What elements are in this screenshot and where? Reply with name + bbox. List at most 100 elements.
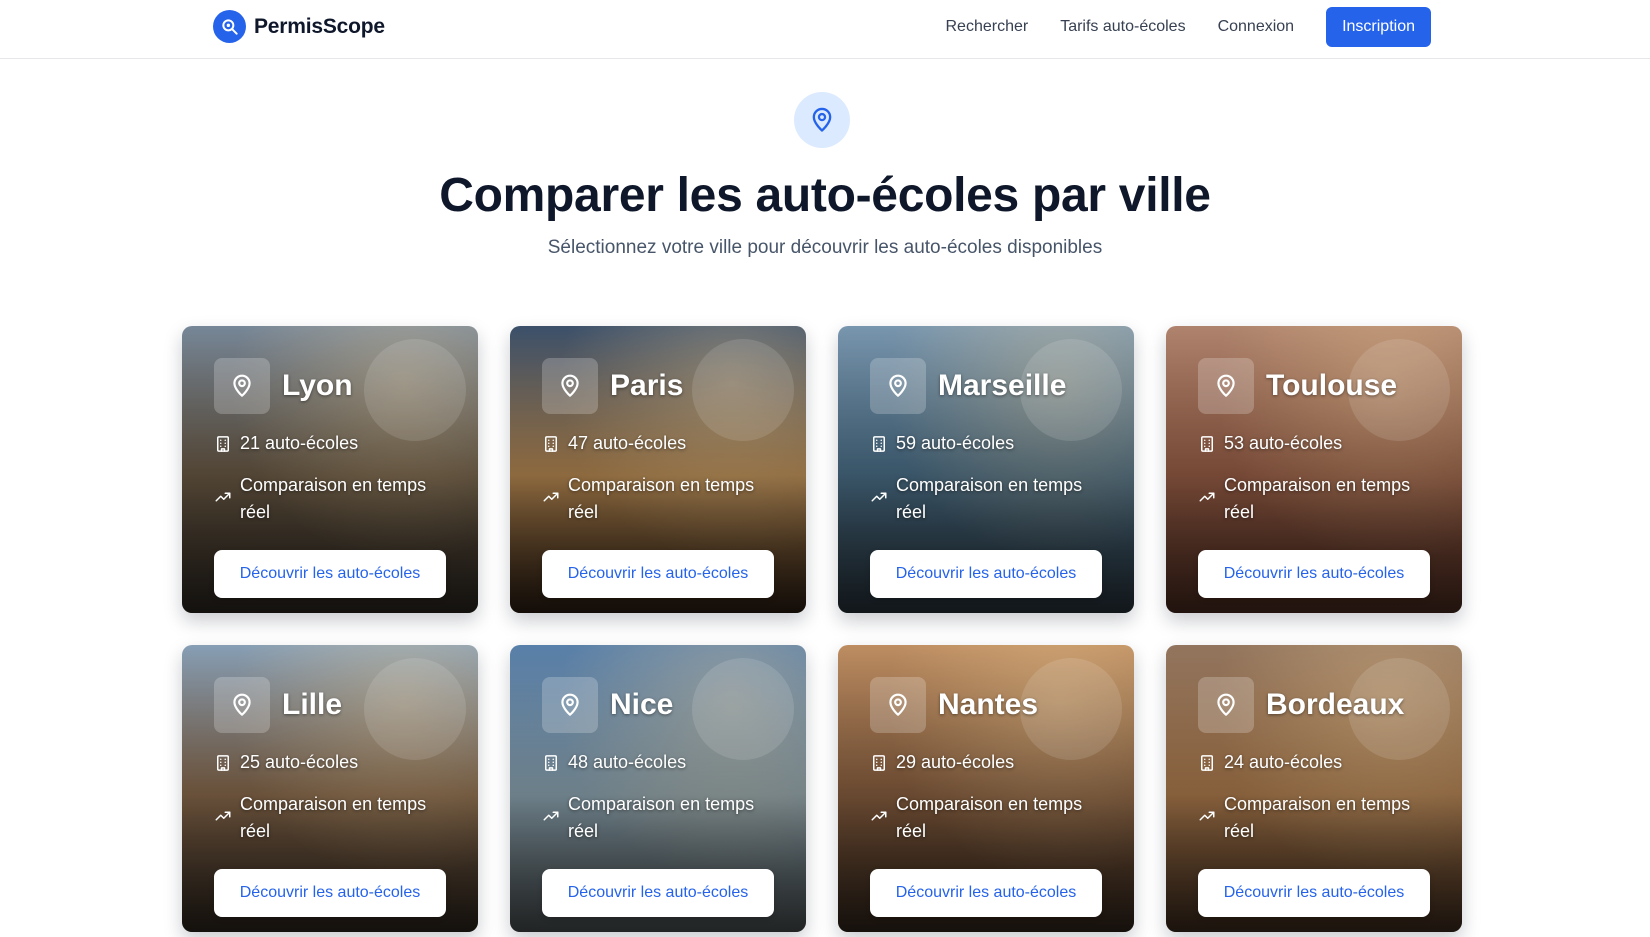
city-card-nice[interactable]: Nice 48 auto-écoles Comparaison en temps… <box>510 645 806 932</box>
nav-connexion-link[interactable]: Connexion <box>1218 18 1295 36</box>
search-pin-logo-icon <box>213 10 246 43</box>
realtime-feature-label: Comparaison en temps réel <box>896 475 1083 522</box>
map-pin-icon <box>870 677 926 733</box>
school-count-label: 29 auto-écoles <box>896 752 1015 772</box>
city-grid: Lyon 21 auto-écoles Comparaison en temps… <box>182 326 1464 932</box>
city-header: Lyon <box>214 358 353 414</box>
building-icon <box>1201 436 1213 452</box>
realtime-feature-label: Comparaison en temps réel <box>240 475 427 522</box>
map-pin-icon <box>214 677 270 733</box>
decorative-circle <box>692 658 794 760</box>
discover-schools-button[interactable]: Découvrir les auto-écoles <box>870 550 1102 598</box>
school-count: 29 auto-écoles <box>870 752 1014 773</box>
realtime-feature: Comparaison en temps réel <box>870 472 1100 526</box>
trending-up-icon <box>215 492 231 502</box>
city-header: Lille <box>214 677 342 733</box>
city-card-bordeaux[interactable]: Bordeaux 24 auto-écoles Comparaison en t… <box>1166 645 1462 932</box>
school-count: 21 auto-écoles <box>214 433 358 454</box>
school-count-label: 21 auto-écoles <box>240 433 359 453</box>
map-pin-icon <box>1198 358 1254 414</box>
realtime-feature-label: Comparaison en temps réel <box>568 794 755 841</box>
discover-schools-button[interactable]: Découvrir les auto-écoles <box>214 869 446 917</box>
city-name: Nantes <box>938 688 1039 721</box>
school-count-label: 24 auto-écoles <box>1224 752 1343 772</box>
city-card-nantes[interactable]: Nantes 29 auto-écoles Comparaison en tem… <box>838 645 1134 932</box>
city-card-lyon[interactable]: Lyon 21 auto-écoles Comparaison en temps… <box>182 326 478 613</box>
decorative-circle <box>364 658 466 760</box>
building-icon <box>1201 755 1213 771</box>
trending-up-icon <box>543 811 559 821</box>
map-pin-icon <box>870 358 926 414</box>
page-title: Comparer les auto-écoles par ville <box>439 169 1211 222</box>
city-name: Nice <box>610 688 674 721</box>
city-name: Bordeaux <box>1266 688 1405 721</box>
discover-schools-button[interactable]: Découvrir les auto-écoles <box>870 869 1102 917</box>
hero-map-pin-badge <box>794 92 850 148</box>
top-navbar: PermisScope Rechercher Tarifs auto-école… <box>0 0 1650 59</box>
realtime-feature: Comparaison en temps réel <box>870 791 1100 845</box>
nav-tarifs-link[interactable]: Tarifs auto-écoles <box>1060 18 1185 36</box>
brand-name: PermisScope <box>254 14 385 38</box>
building-icon <box>873 436 885 452</box>
map-pin-icon <box>542 677 598 733</box>
main-nav: Rechercher Tarifs auto-écoles Connexion … <box>945 7 1431 47</box>
discover-schools-button[interactable]: Découvrir les auto-écoles <box>214 550 446 598</box>
signup-button[interactable]: Inscription <box>1326 7 1431 47</box>
city-header: Marseille <box>870 358 1066 414</box>
city-card-lille[interactable]: Lille 25 auto-écoles Comparaison en temp… <box>182 645 478 932</box>
trending-up-icon <box>215 811 231 821</box>
realtime-feature: Comparaison en temps réel <box>1198 472 1428 526</box>
school-count-label: 47 auto-écoles <box>568 433 687 453</box>
map-pin-icon <box>542 358 598 414</box>
page-subtitle: Sélectionnez votre ville pour découvrir … <box>547 237 1103 258</box>
city-name: Marseille <box>938 369 1067 402</box>
school-count: 48 auto-écoles <box>542 752 686 773</box>
trending-up-icon <box>1199 811 1215 821</box>
building-icon <box>545 755 557 771</box>
map-pin-icon <box>1198 677 1254 733</box>
school-count: 47 auto-écoles <box>542 433 686 454</box>
city-header: Toulouse <box>1198 358 1397 414</box>
realtime-feature-label: Comparaison en temps réel <box>568 475 755 522</box>
city-name: Toulouse <box>1266 369 1398 402</box>
city-card-marseille[interactable]: Marseille 59 auto-écoles Comparaison en … <box>838 326 1134 613</box>
city-header: Nice <box>542 677 673 733</box>
realtime-feature-label: Comparaison en temps réel <box>240 794 427 841</box>
realtime-feature: Comparaison en temps réel <box>1198 791 1428 845</box>
school-count-label: 53 auto-écoles <box>1224 433 1343 453</box>
city-card-toulouse[interactable]: Toulouse 53 auto-écoles Comparaison en t… <box>1166 326 1462 613</box>
brand-logo-link[interactable]: PermisScope <box>213 10 385 43</box>
nav-rechercher-link[interactable]: Rechercher <box>945 18 1028 36</box>
decorative-circle <box>692 339 794 441</box>
city-name: Lyon <box>282 369 353 402</box>
realtime-feature: Comparaison en temps réel <box>542 791 772 845</box>
building-icon <box>545 436 557 452</box>
trending-up-icon <box>871 492 887 502</box>
school-count: 24 auto-écoles <box>1198 752 1342 773</box>
trending-up-icon <box>543 492 559 502</box>
city-card-paris[interactable]: Paris 47 auto-écoles Comparaison en temp… <box>510 326 806 613</box>
city-name: Paris <box>610 369 684 402</box>
school-count: 53 auto-écoles <box>1198 433 1342 454</box>
building-icon <box>217 436 229 452</box>
decorative-circle <box>364 339 466 441</box>
map-pin-icon <box>812 107 832 132</box>
realtime-feature-label: Comparaison en temps réel <box>1224 794 1411 841</box>
discover-schools-button[interactable]: Découvrir les auto-écoles <box>1198 869 1430 917</box>
building-icon <box>873 755 885 771</box>
realtime-feature-label: Comparaison en temps réel <box>1224 475 1411 522</box>
city-header: Nantes <box>870 677 1038 733</box>
discover-schools-button[interactable]: Découvrir les auto-écoles <box>542 550 774 598</box>
school-count: 25 auto-écoles <box>214 752 358 773</box>
discover-schools-button[interactable]: Découvrir les auto-écoles <box>542 869 774 917</box>
realtime-feature: Comparaison en temps réel <box>542 472 772 526</box>
realtime-feature: Comparaison en temps réel <box>214 472 444 526</box>
city-name: Lille <box>282 688 343 721</box>
realtime-feature-label: Comparaison en temps réel <box>896 794 1083 841</box>
trending-up-icon <box>871 811 887 821</box>
school-count-label: 59 auto-écoles <box>896 433 1015 453</box>
realtime-feature: Comparaison en temps réel <box>214 791 444 845</box>
map-pin-icon <box>214 358 270 414</box>
discover-schools-button[interactable]: Découvrir les auto-écoles <box>1198 550 1430 598</box>
city-header: Bordeaux <box>1198 677 1404 733</box>
